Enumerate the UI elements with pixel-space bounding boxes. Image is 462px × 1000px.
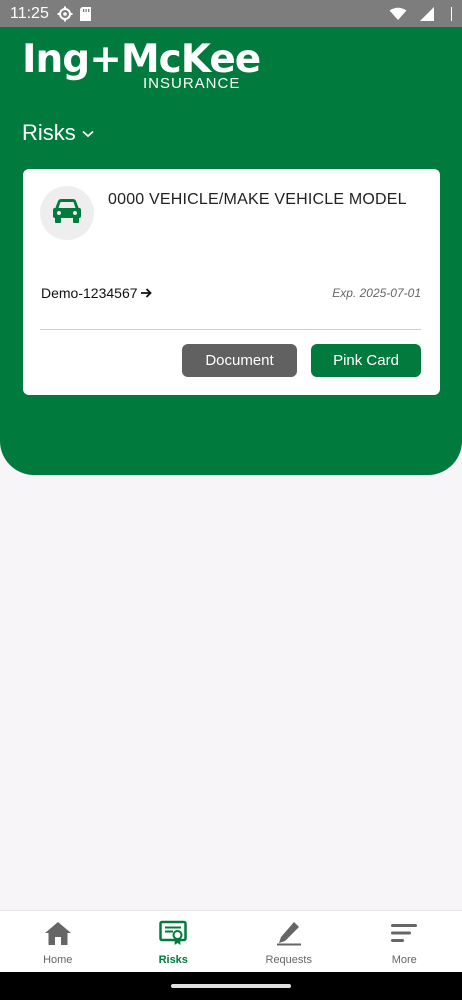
nav-requests[interactable]: Requests (231, 911, 347, 972)
home-indicator[interactable] (171, 984, 291, 988)
brand-logo: Ing+McKee INSURANCE (22, 37, 261, 93)
expiry-date: Exp. 2025-07-01 (332, 286, 421, 300)
arrow-right-icon (140, 285, 152, 301)
menu-icon (390, 920, 418, 951)
bottom-nav: Home Risks Requests More (0, 910, 462, 972)
nav-requests-label: Requests (265, 954, 312, 966)
chevron-down-icon (82, 125, 94, 143)
nav-home[interactable]: Home (0, 911, 116, 972)
status-bar: 11:25 (0, 0, 462, 27)
nav-more[interactable]: More (347, 911, 462, 972)
logo-sub-text: INSURANCE (143, 75, 241, 92)
signal-icon (419, 6, 435, 22)
vehicle-avatar (40, 186, 94, 240)
risks-dropdown[interactable]: Risks (22, 120, 94, 146)
policy-number: Demo-1234567 (41, 285, 138, 301)
nav-home-label: Home (43, 954, 73, 966)
risk-card[interactable]: 0000 VEHICLE/MAKE VEHICLE MODEL Demo-123… (23, 169, 440, 395)
settings-gear-icon (57, 6, 73, 22)
nav-risks-label: Risks (158, 954, 188, 966)
status-divider (451, 6, 452, 21)
status-time: 11:25 (10, 4, 49, 22)
section-title: Risks (22, 120, 76, 145)
document-button[interactable]: Document (182, 344, 297, 377)
pink-card-button[interactable]: Pink Card (311, 344, 421, 377)
wifi-icon (389, 7, 407, 21)
policy-link[interactable]: Demo-1234567 (41, 285, 152, 301)
vehicle-title: 0000 VEHICLE/MAKE VEHICLE MODEL (108, 191, 407, 208)
nav-risks[interactable]: Risks (116, 911, 232, 972)
card-divider (40, 329, 421, 330)
gesture-bar (0, 972, 462, 1000)
sd-card-icon (79, 6, 92, 22)
nav-more-label: More (391, 954, 417, 966)
pencil-icon (275, 920, 303, 951)
logo-brand-text: Ing+McKee (22, 37, 261, 82)
certificate-icon (159, 920, 187, 951)
car-icon (51, 198, 83, 229)
home-icon (44, 920, 72, 951)
